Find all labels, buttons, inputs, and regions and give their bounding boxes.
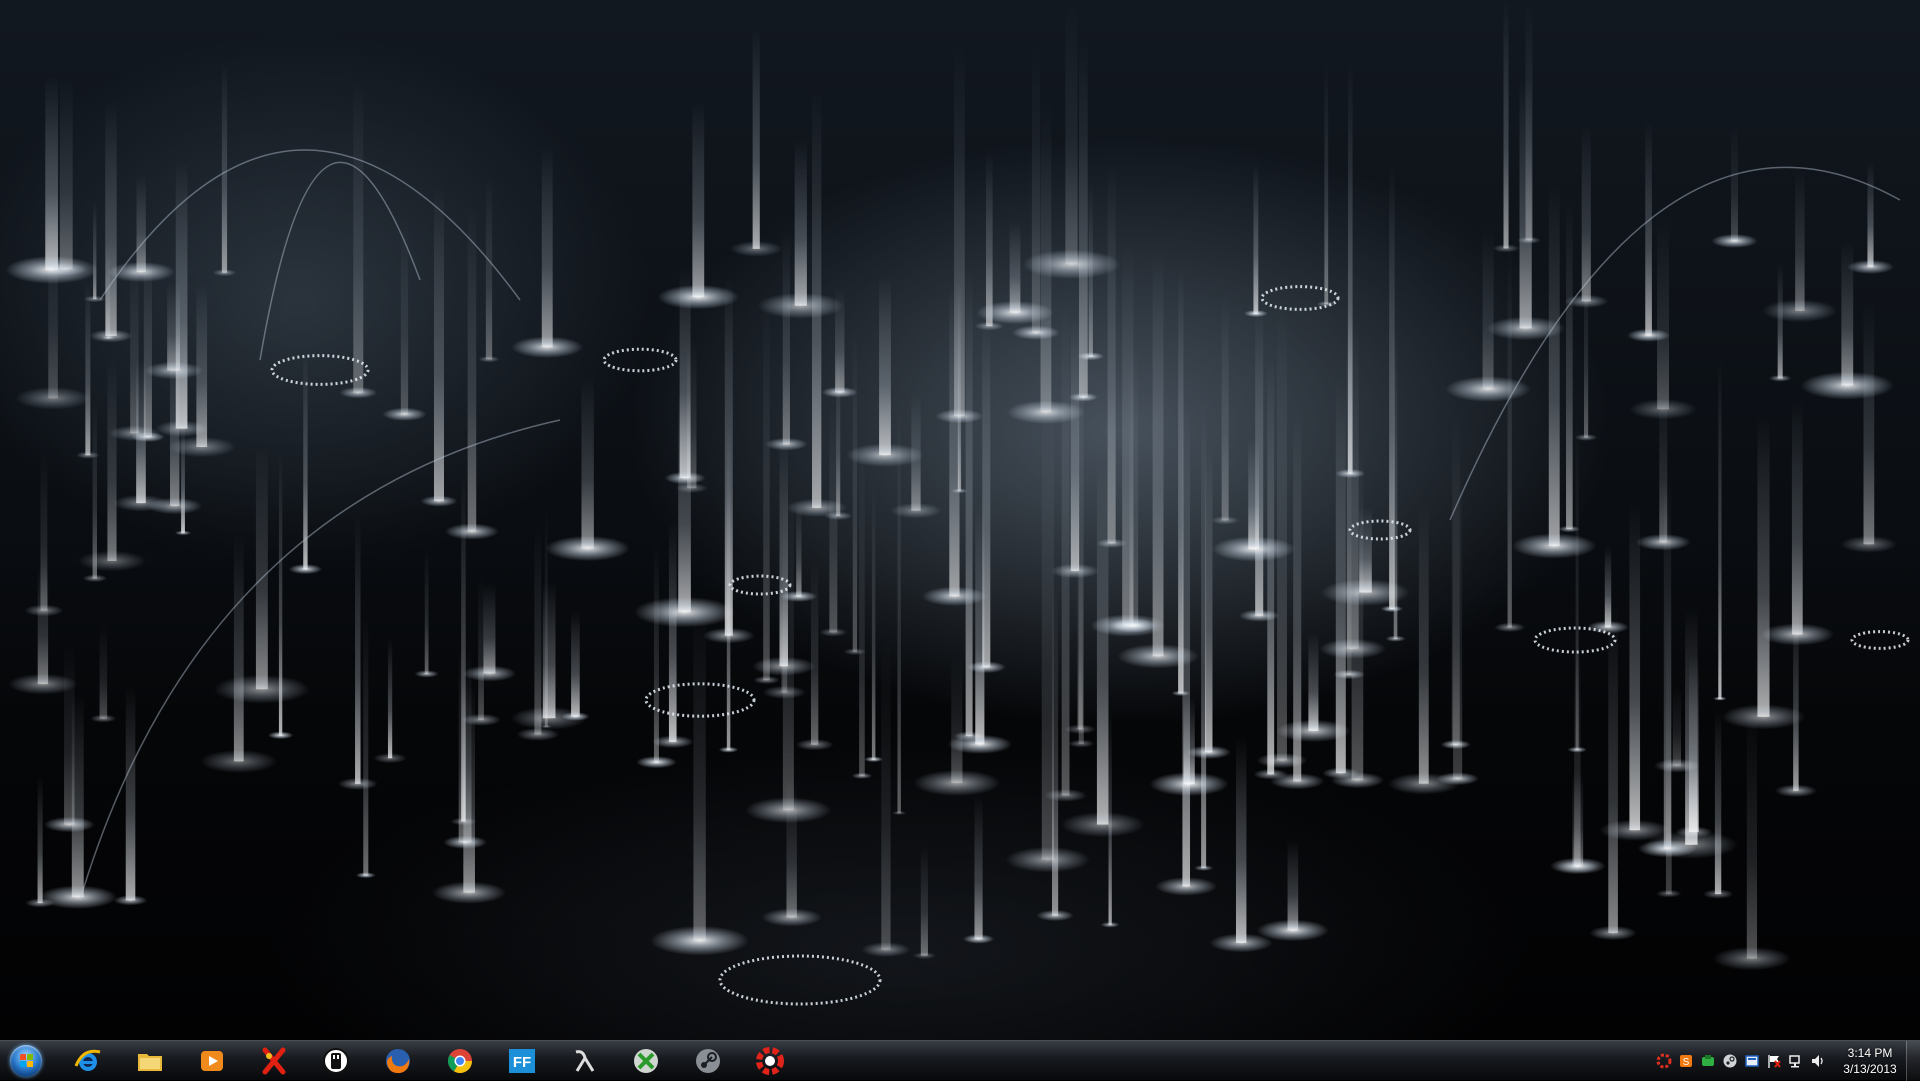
system-tray: S 3:14 PM 3/13/2013 (1656, 1041, 1920, 1081)
steam-icon (696, 1049, 720, 1073)
taskbar-red-ring-app-button[interactable] (742, 1043, 798, 1079)
red-ring-icon (756, 1047, 784, 1075)
ff-icon: FF (509, 1049, 535, 1073)
red-gear-tray-icon[interactable] (1656, 1053, 1672, 1069)
start-button[interactable] (6, 1043, 46, 1079)
xbox-icon (634, 1049, 658, 1073)
clock-date: 3/13/2013 (1843, 1062, 1897, 1076)
taskbar-half-life-app-button[interactable] (556, 1043, 612, 1079)
lambda-icon (575, 1050, 595, 1072)
fountain-light-wallpaper-image (5, 0, 1910, 1006)
taskbar-internet-explorer-button[interactable] (60, 1043, 116, 1079)
taskbar-xbox-app-button[interactable] (618, 1043, 674, 1079)
taskbar-ff-app-button[interactable]: FF (494, 1043, 550, 1079)
svg-text:S: S (1683, 1057, 1690, 1068)
taskbar: FF S 3:14 PM 3/13/2013 (0, 1040, 1920, 1081)
firefox-icon (386, 1049, 410, 1074)
taskbar-crossed-app-button[interactable] (246, 1043, 302, 1079)
usb-drive-icon (323, 1048, 349, 1074)
clock[interactable]: 3:14 PM 3/13/2013 (1834, 1045, 1906, 1077)
blue-tray-icon[interactable] (1744, 1053, 1760, 1069)
red-x-icon (262, 1047, 286, 1075)
chrome-icon (447, 1049, 472, 1074)
desktop-wallpaper (0, 0, 1920, 1040)
network-tray-icon[interactable] (1788, 1053, 1804, 1069)
taskbar-steam-button[interactable] (680, 1043, 736, 1079)
taskbar-windows-explorer-button[interactable] (122, 1043, 178, 1079)
show-desktop-button[interactable] (1906, 1041, 1920, 1081)
media-player-icon (201, 1051, 223, 1071)
notification-area: S (1656, 1053, 1826, 1069)
green-tray-icon[interactable] (1700, 1053, 1716, 1069)
ff-icon-label: FF (513, 1054, 531, 1071)
light-fountains (5, 0, 1910, 1006)
orange-tray-icon[interactable]: S (1678, 1053, 1694, 1069)
folder-icon (138, 1054, 162, 1071)
flag-tray-icon[interactable] (1766, 1053, 1782, 1069)
steam-tray-icon[interactable] (1722, 1053, 1738, 1069)
internet-explorer-icon (74, 1049, 101, 1071)
clock-time: 3:14 PM (1847, 1046, 1893, 1060)
taskbar-chrome-button[interactable] (432, 1043, 488, 1079)
taskbar-firefox-button[interactable] (370, 1043, 426, 1079)
taskbar-media-player-button[interactable] (184, 1043, 240, 1079)
volume-tray-icon[interactable] (1810, 1053, 1826, 1069)
taskbar-usb-tool-button[interactable] (308, 1043, 364, 1079)
windows-start-orb-icon (10, 1045, 42, 1077)
